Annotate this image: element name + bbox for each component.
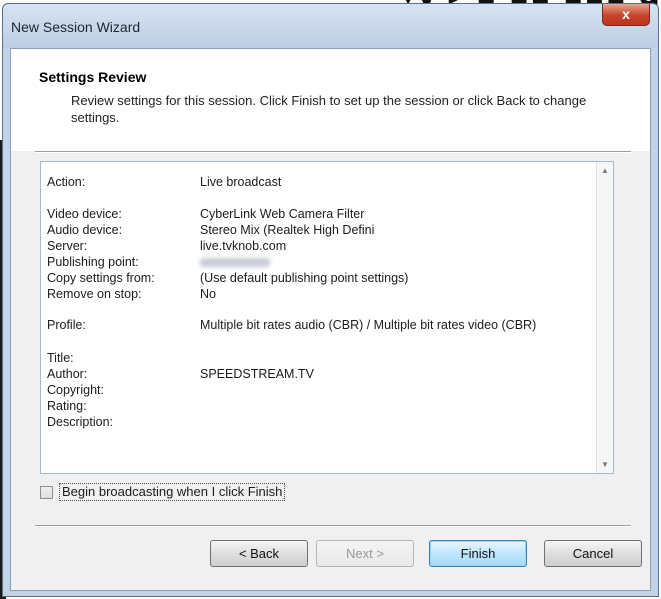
begin-broadcasting-option[interactable]: Begin broadcasting when I click Finish — [40, 481, 286, 503]
finish-button[interactable]: Finish — [429, 540, 527, 567]
settings-review-box[interactable]: Action: Live broadcast Video device: Cyb… — [40, 161, 614, 474]
review-key: Rating: — [47, 399, 87, 413]
cancel-button[interactable]: Cancel — [544, 540, 642, 567]
review-value: live.tvknob.com — [200, 239, 287, 253]
review-key: Action: — [47, 175, 86, 189]
review-key: Copy settings from: — [47, 271, 155, 285]
review-value-redacted — [200, 254, 270, 271]
review-value: Live broadcast — [200, 175, 282, 189]
review-value: SPEEDSTREAM.TV — [200, 367, 314, 381]
scroll-up-arrow-icon[interactable]: ▲ — [597, 162, 613, 179]
review-value: No — [200, 287, 216, 301]
title-bar[interactable]: New Session Wizard x — [3, 4, 658, 48]
scroll-down-arrow-icon[interactable]: ▼ — [597, 456, 613, 473]
close-button[interactable]: x — [602, 4, 650, 26]
next-button[interactable]: Next > — [316, 540, 414, 567]
settings-review-list: Action: Live broadcast Video device: Cyb… — [41, 162, 597, 473]
begin-broadcasting-checkbox[interactable] — [40, 485, 53, 499]
review-key: Title: — [47, 351, 74, 365]
wizard-window: New Session Wizard x Settings Review Rev… — [2, 3, 659, 597]
vertical-scrollbar[interactable]: ▲ ▼ — [596, 162, 613, 473]
review-key: Copyright: — [47, 383, 104, 397]
wizard-client-area: Settings Review Review settings for this… — [10, 48, 651, 591]
review-key: Author: — [47, 367, 88, 381]
review-key: Description: — [47, 415, 113, 429]
page-title: Settings Review — [39, 69, 147, 85]
redacted-value — [200, 258, 270, 267]
review-value: Multiple bit rates audio (CBR) / Multipl… — [200, 318, 537, 332]
review-key: Profile: — [47, 318, 86, 332]
review-key: Remove on stop: — [47, 287, 142, 301]
window-title: New Session Wizard — [11, 19, 141, 35]
review-value: CyberLink Web Camera Filter — [200, 207, 365, 221]
close-icon: x — [622, 6, 630, 22]
header-divider — [35, 151, 631, 153]
review-key: Video device: — [47, 207, 122, 221]
review-value: (Use default publishing point settings) — [200, 271, 409, 285]
footer-divider — [35, 525, 631, 527]
begin-broadcasting-label[interactable]: Begin broadcasting when I click Finish — [59, 483, 286, 501]
page-description: Review settings for this session. Click … — [71, 93, 587, 125]
review-key: Publishing point: — [47, 255, 139, 269]
review-key: Audio device: — [47, 223, 123, 237]
review-key: Server: — [47, 239, 88, 253]
back-button[interactable]: < Back — [210, 540, 308, 567]
wizard-header: Settings Review Review settings for this… — [11, 49, 650, 151]
review-value: Stereo Mix (Realtek High Defini — [200, 223, 375, 237]
